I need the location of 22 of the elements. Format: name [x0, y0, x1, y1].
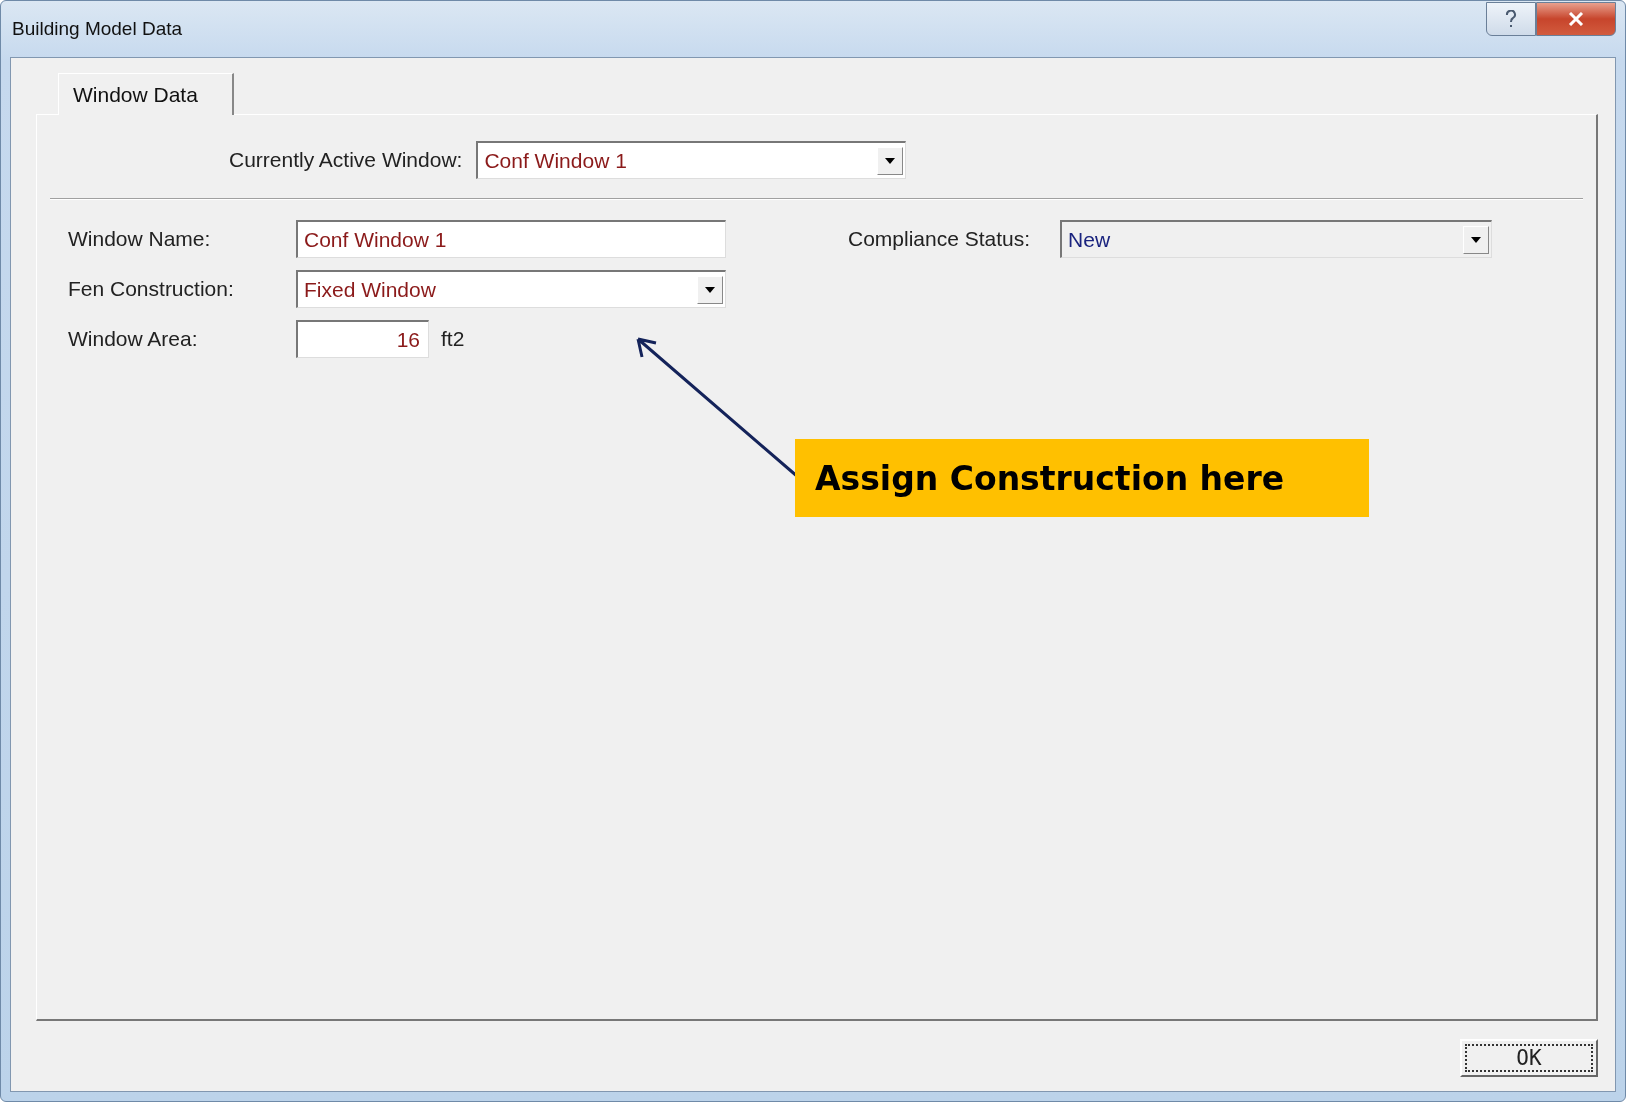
dropdown-caret-icon — [1471, 236, 1482, 243]
field-label: Window Area: — [68, 327, 199, 351]
window-name-field[interactable]: Conf Window 1 — [296, 220, 726, 258]
dropdown-caret-icon — [705, 286, 715, 293]
fen-construction-dropdown[interactable]: Fixed Window — [296, 270, 726, 308]
field-label: Fen Construction: — [68, 277, 235, 301]
close-button[interactable] — [1536, 2, 1616, 36]
field-label: Compliance Status: — [848, 227, 1031, 251]
field-label: Currently Active Window: — [229, 148, 463, 172]
window-title: Building Model Data — [12, 18, 183, 40]
field-label: Window Name: — [68, 227, 212, 251]
close-icon — [1568, 12, 1584, 26]
dropdown-caret-icon — [885, 157, 896, 164]
window-area-field[interactable]: 16 — [296, 320, 429, 358]
compliance-status-dropdown[interactable]: New — [1060, 220, 1493, 258]
unit-label: ft2 — [441, 327, 465, 351]
tab[interactable]: Window Data — [58, 73, 234, 115]
ok-button[interactable]: OK — [1460, 1039, 1598, 1077]
help-icon — [1505, 10, 1517, 28]
callout-text: Assign Construction here — [815, 458, 1285, 498]
help-button[interactable] — [1486, 2, 1536, 36]
active-window-dropdown[interactable]: Conf Window 1 — [476, 141, 907, 179]
